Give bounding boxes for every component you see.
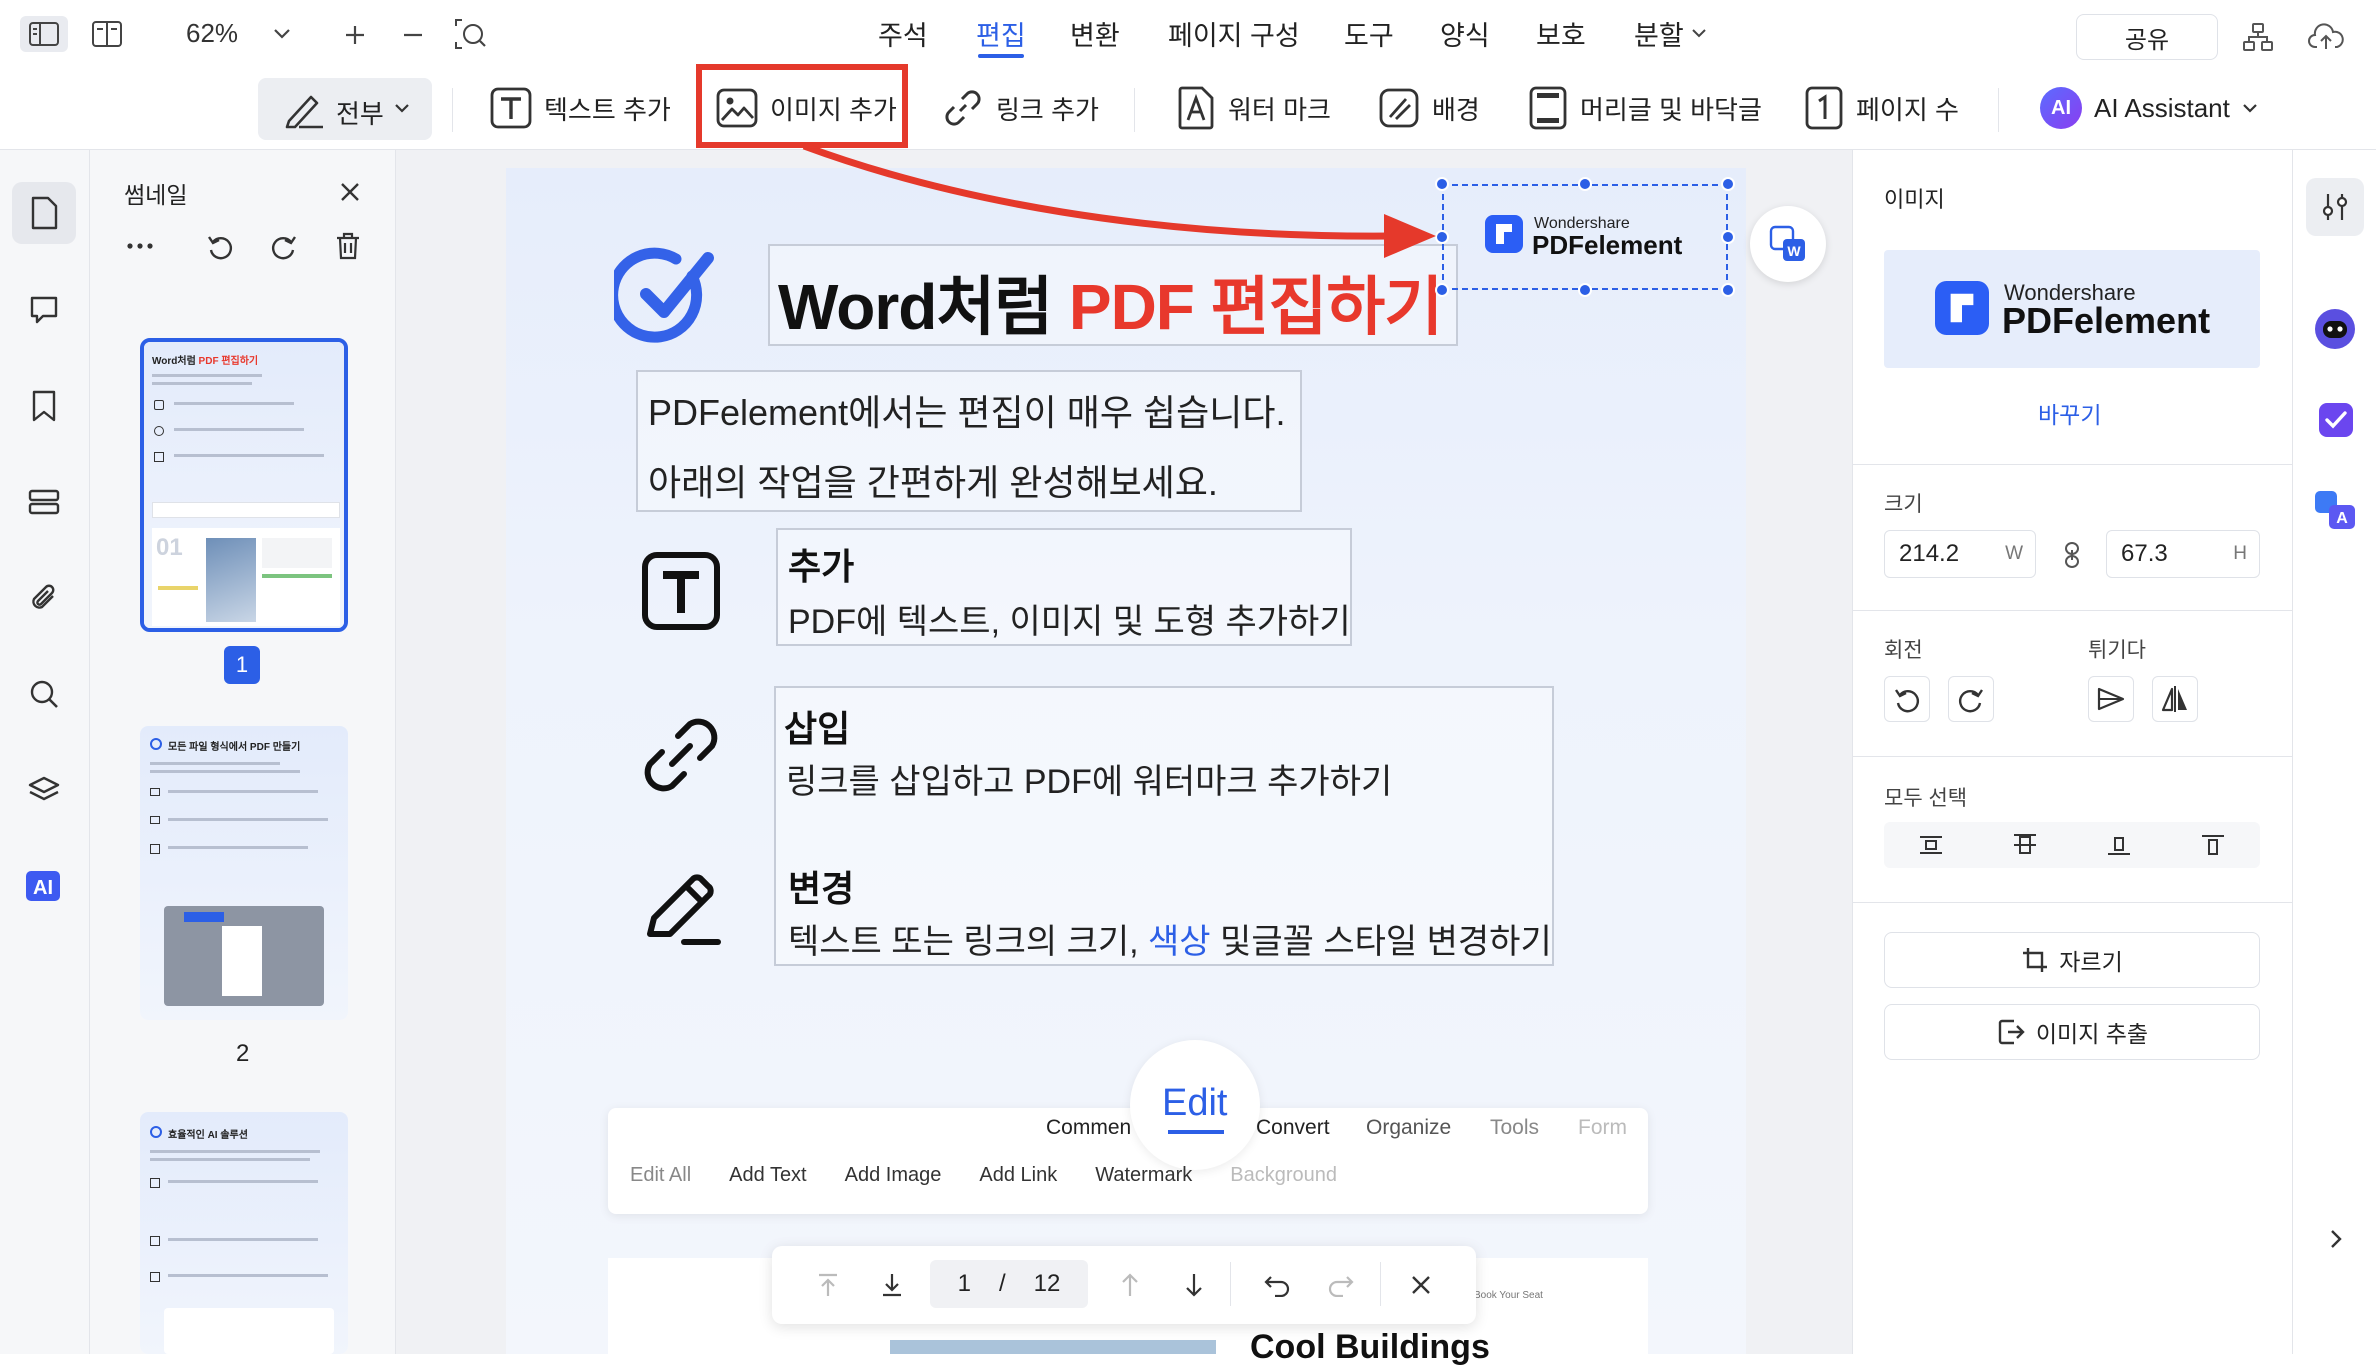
extract-image-button[interactable]: 이미지 추출: [1884, 1004, 2260, 1060]
last-page-icon[interactable]: [876, 1268, 908, 1302]
flip-label: 튀기다: [2088, 639, 2146, 662]
crop-button[interactable]: 자르기: [1884, 932, 2260, 988]
flip-horizontal-button[interactable]: [2088, 676, 2134, 722]
size-label: 크기: [1884, 493, 1923, 516]
select-all-label: 모두 선택: [1884, 787, 1968, 810]
close-nav-icon[interactable]: [1404, 1268, 1438, 1302]
page-indicator[interactable]: 1 / 12: [930, 1260, 1088, 1308]
embedded-add-link: Add Link: [979, 1164, 1058, 1186]
panel-divider: [1852, 902, 2292, 903]
embedded-watermark: Watermark: [1095, 1164, 1193, 1186]
ai-translate-icon[interactable]: A: [2312, 488, 2358, 532]
width-input[interactable]: 214.2 W: [1884, 530, 2036, 578]
rotate-label: 회전: [1884, 639, 1923, 662]
panel-divider: [1852, 756, 2292, 757]
aspect-lock-icon[interactable]: [2054, 540, 2090, 570]
extract-label: 이미지 추출: [2035, 1021, 2149, 1047]
expand-panel-chevron-icon[interactable]: [2322, 1224, 2350, 1254]
rotate-left-button[interactable]: [1884, 676, 1930, 722]
svg-text:W: W: [1787, 243, 1801, 259]
page-separator: /: [998, 1270, 1006, 1297]
embedded-edit-underline: [1168, 1130, 1224, 1134]
height-input[interactable]: 67.3 H: [2106, 530, 2260, 578]
align-top-icon[interactable]: [1914, 830, 1948, 860]
first-page-icon[interactable]: [812, 1268, 844, 1302]
embedded-tab-comment: Commen: [1046, 1116, 1132, 1139]
undo-icon[interactable]: [1260, 1268, 1294, 1302]
width-value: 214.2: [1899, 540, 1960, 567]
preview-heading: Cool Buildings: [1250, 1328, 1490, 1366]
embedded-tab-organize: Organize: [1366, 1116, 1452, 1139]
panel-divider: [1852, 610, 2292, 611]
embedded-tab-edit: Edit: [1162, 1082, 1228, 1124]
height-unit: H: [2233, 543, 2247, 564]
rotate-ccw-icon: [1895, 689, 1919, 713]
height-value: 67.3: [2121, 540, 2168, 567]
preview-building-strip: [890, 1340, 1216, 1354]
svg-text:A: A: [2336, 510, 2348, 527]
translate-to-word-icon: W: [1768, 224, 1808, 264]
crop-label: 자르기: [2059, 949, 2123, 975]
preview-small-text: Book Your Seat: [1474, 1290, 1543, 1301]
properties-title: 이미지: [1884, 187, 1945, 212]
flip-vertical-button[interactable]: [2152, 676, 2198, 722]
embedded-tab-form: Form: [1578, 1116, 1627, 1139]
extract-icon: [1998, 1019, 2025, 1045]
next-page-icon[interactable]: [1178, 1268, 1210, 1302]
current-page[interactable]: 1: [958, 1270, 971, 1298]
nav-divider: [1380, 1262, 1381, 1306]
flip-vertical-icon: [2161, 686, 2187, 712]
nav-divider: [1230, 1262, 1231, 1306]
properties-sliders-icon[interactable]: [2318, 190, 2352, 224]
align-middle-icon[interactable]: [2008, 830, 2042, 860]
embedded-tool-row: Edit All Add Text Add Image Add Link Wat…: [630, 1164, 1337, 1187]
panel-divider: [1852, 464, 2292, 465]
rotate-right-button[interactable]: [1948, 676, 1994, 722]
embedded-add-image: Add Image: [844, 1164, 942, 1186]
crop-icon: [2023, 948, 2048, 972]
rotate-cw-icon: [1959, 689, 1983, 713]
width-unit: W: [2005, 543, 2023, 564]
ai-check-icon[interactable]: [2316, 400, 2356, 440]
redo-icon[interactable]: [1324, 1268, 1358, 1302]
embedded-edit-all: Edit All: [630, 1164, 692, 1186]
align-bottom-icon[interactable]: [2102, 830, 2136, 860]
embedded-add-text: Add Text: [729, 1164, 807, 1186]
embedded-tab-convert: Convert: [1256, 1116, 1330, 1139]
flip-horizontal-icon: [2097, 687, 2125, 711]
replace-image-link[interactable]: 바꾸기: [2038, 396, 2101, 430]
embedded-tab-tools: Tools: [1490, 1116, 1540, 1139]
distribute-icon[interactable]: [2196, 830, 2230, 860]
preview-logo-icon: [1934, 280, 1990, 336]
previous-page-icon[interactable]: [1114, 1268, 1146, 1302]
embedded-background: Background: [1230, 1164, 1337, 1186]
total-pages: 12: [1033, 1270, 1061, 1297]
ai-robot-icon[interactable]: [2314, 308, 2356, 350]
preview-logo-big-text: PDFelement: [2002, 300, 2211, 341]
